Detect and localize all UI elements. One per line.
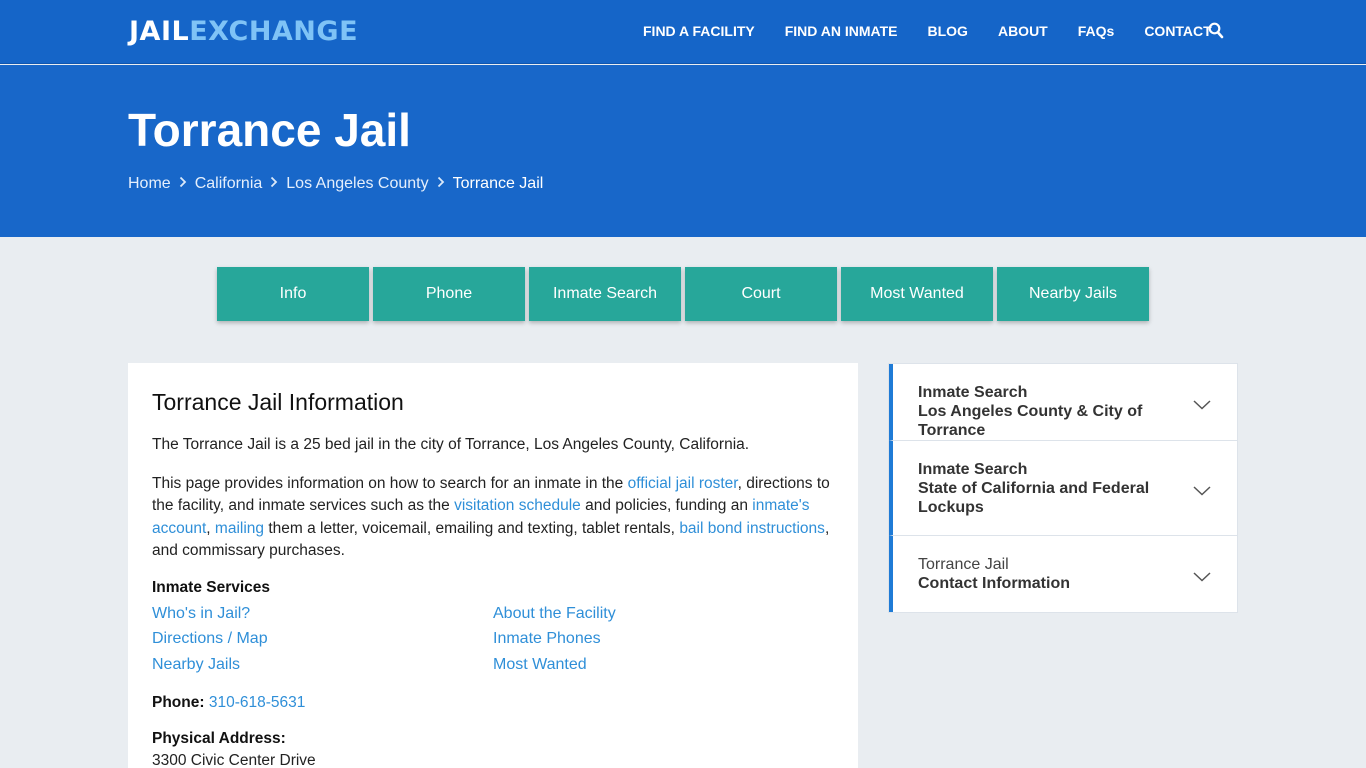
service-whos-in-jail[interactable]: Who's in Jail? xyxy=(152,603,493,626)
service-nearby-jails[interactable]: Nearby Jails xyxy=(152,654,493,677)
top-navbar: JAILEXCHANGE FIND A FACILITY FIND AN INM… xyxy=(0,0,1366,64)
nav-contact[interactable]: CONTACT xyxy=(1144,23,1211,39)
accordion-title: Inmate Search xyxy=(918,384,1028,401)
page-title: Torrance Jail xyxy=(128,104,411,156)
tab-most-wanted[interactable]: Most Wanted xyxy=(841,267,993,321)
breadcrumb-california[interactable]: California xyxy=(195,175,263,193)
accordion-subtitle: Contact Information xyxy=(918,575,1070,592)
desc-text: and policies, funding an xyxy=(580,497,753,514)
breadcrumb-county[interactable]: Los Angeles County xyxy=(286,175,428,193)
accordion-inmate-search-county[interactable]: Inmate Search Los Angeles County & City … xyxy=(889,364,1237,441)
site-logo[interactable]: JAILEXCHANGE xyxy=(129,16,358,47)
intro-paragraph: The Torrance Jail is a 25 bed jail in th… xyxy=(152,436,750,453)
tab-phone[interactable]: Phone xyxy=(373,267,525,321)
chevron-right-icon xyxy=(175,175,191,193)
address-label: Physical Address: xyxy=(152,730,286,747)
page-hero: Torrance Jail Home California Los Angele… xyxy=(0,65,1366,237)
logo-part-jail: JAIL xyxy=(129,16,190,47)
info-card: Torrance Jail Information The Torrance J… xyxy=(128,363,858,768)
section-tabs: Info Phone Inmate Search Court Most Want… xyxy=(217,267,1153,321)
chevron-right-icon xyxy=(433,175,449,193)
main-nav: FIND A FACILITY FIND AN INMATE BLOG ABOU… xyxy=(643,23,1242,39)
services-heading: Inmate Services xyxy=(152,578,271,596)
accordion-title: Torrance Jail xyxy=(918,556,1009,573)
chevron-down-icon xyxy=(1193,397,1211,410)
chevron-down-icon xyxy=(1193,483,1211,496)
nav-find-inmate[interactable]: FIND AN INMATE xyxy=(785,23,898,39)
service-about-facility[interactable]: About the Facility xyxy=(493,603,793,626)
tab-inmate-search[interactable]: Inmate Search xyxy=(529,267,681,321)
breadcrumb-current: Torrance Jail xyxy=(452,175,544,192)
breadcrumb: Home California Los Angeles County Torra… xyxy=(128,175,543,193)
accordion-inmate-search-state[interactable]: Inmate Search State of California and Fe… xyxy=(889,441,1237,536)
services-list: Who's in Jail? About the Facility Direct… xyxy=(152,603,834,677)
nav-blog[interactable]: BLOG xyxy=(928,23,968,39)
desc-text: This page provides information on how to… xyxy=(152,474,628,492)
address-block: Physical Address: 3300 Civic Center Driv… xyxy=(152,730,834,768)
tab-court[interactable]: Court xyxy=(685,267,837,321)
service-most-wanted[interactable]: Most Wanted xyxy=(493,654,793,677)
logo-part-exchange: EXCHANGE xyxy=(189,16,359,47)
accordion-subtitle: State of California and Federal Lockups xyxy=(918,480,1150,516)
nav-about[interactable]: ABOUT xyxy=(998,23,1048,39)
address-line: 3300 Civic Center Drive xyxy=(152,752,316,768)
service-directions[interactable]: Directions / Map xyxy=(152,628,493,651)
phone-link[interactable]: 310-618-5631 xyxy=(209,694,306,711)
official-roster-link[interactable]: official jail roster xyxy=(628,475,738,492)
accordion-subtitle: Los Angeles County & City of Torrance xyxy=(918,403,1143,439)
service-inmate-phones[interactable]: Inmate Phones xyxy=(493,628,793,651)
chevron-down-icon xyxy=(1193,569,1211,582)
section-heading: Torrance Jail Information xyxy=(152,389,404,415)
bail-bond-link[interactable]: bail bond instructions xyxy=(679,520,825,537)
phone-line: Phone: 310-618-5631 xyxy=(152,694,834,712)
breadcrumb-home[interactable]: Home xyxy=(128,175,171,193)
description-paragraph: This page provides information on how to… xyxy=(152,473,834,563)
chevron-right-icon xyxy=(266,175,282,193)
accordion-title: Inmate Search xyxy=(918,461,1028,478)
desc-text: them a letter, voicemail, emailing and t… xyxy=(264,519,680,537)
phone-label: Phone: xyxy=(152,694,205,711)
tab-info[interactable]: Info xyxy=(217,267,369,321)
mailing-link[interactable]: mailing xyxy=(215,520,264,537)
accordion-contact-info[interactable]: Torrance Jail Contact Information xyxy=(889,536,1237,612)
search-icon[interactable] xyxy=(1208,22,1224,40)
desc-text: , xyxy=(206,519,215,537)
sidebar-accordion: Inmate Search Los Angeles County & City … xyxy=(888,363,1238,613)
tab-nearby-jails[interactable]: Nearby Jails xyxy=(997,267,1149,321)
nav-find-facility[interactable]: FIND A FACILITY xyxy=(643,23,755,39)
visitation-link[interactable]: visitation schedule xyxy=(454,497,581,514)
nav-faqs[interactable]: FAQs xyxy=(1078,23,1115,39)
